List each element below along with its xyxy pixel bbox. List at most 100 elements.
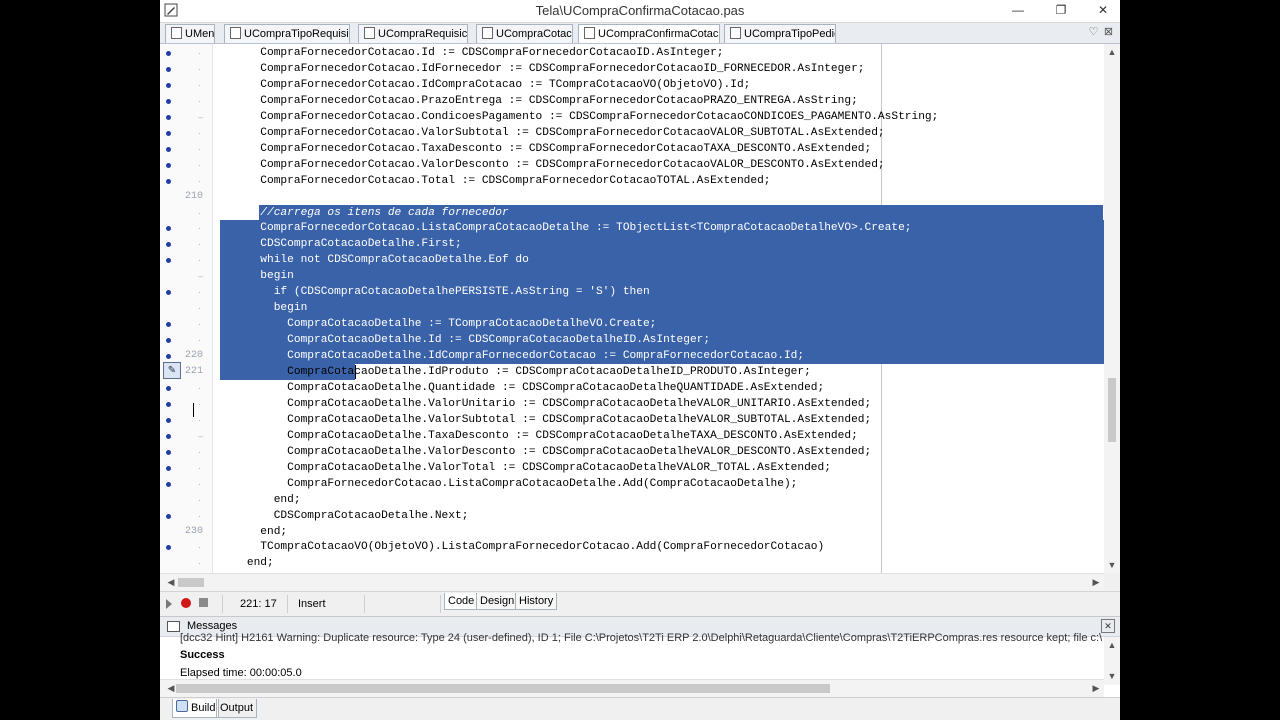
breakpoint-dot-icon[interactable]	[166, 130, 171, 136]
breakpoint-dot-icon[interactable]	[166, 51, 171, 56]
breakpoint-dot-icon[interactable]	[166, 417, 171, 423]
close-icon[interactable]: ✕	[1088, 0, 1118, 22]
tab-ucompra-confirma-cotacao[interactable]: UCompraConfirmaCotacao	[578, 24, 720, 43]
close-panel-icon[interactable]: ✕	[1101, 619, 1115, 633]
code-line[interactable]: CompraCotacaoDetalhe.IdCompraFornecedorC…	[220, 348, 804, 364]
bookmark-icon[interactable]: ✎	[163, 362, 181, 379]
breakpoint-dot-icon[interactable]	[166, 385, 171, 391]
tab-output[interactable]: Output	[216, 699, 258, 718]
tab-design[interactable]: Design	[476, 593, 519, 610]
play-macro-icon[interactable]	[166, 599, 172, 609]
scroll-right-icon[interactable]: ▶	[1088, 683, 1104, 694]
editor-gutter[interactable]: · · · · – · · · · · · · · – · · · · · · · – · · · · · · · 210 220 221 23…	[160, 44, 212, 573]
tab-list-icon[interactable]: ♡	[1087, 25, 1100, 39]
scroll-up-icon[interactable]: ▲	[1104, 640, 1120, 650]
breakpoint-dot-icon[interactable]	[166, 433, 171, 439]
code-line[interactable]: CompraFornecedorCotacao.IdFornecedor := …	[220, 61, 864, 77]
record-macro-icon[interactable]	[181, 598, 191, 608]
tab-umenu[interactable]: UMenu	[165, 24, 215, 43]
tab-ucompra-tipo-pedido[interactable]: UCompraTipoPedido	[724, 24, 836, 43]
scroll-up-icon[interactable]: ▲	[1104, 47, 1120, 57]
messages-vertical-scrollbar[interactable]: ▲ ▼	[1104, 637, 1120, 685]
code-line[interactable]: CompraFornecedorCotacao.IdCompraCotacao …	[220, 77, 750, 93]
breakpoint-dot-icon[interactable]	[166, 354, 171, 360]
code-line[interactable]: CompraFornecedorCotacao.Total := CDSComp…	[220, 173, 770, 189]
code-area[interactable]: CompraFornecedorCotacao.Id := CDSCompraF…	[220, 44, 1104, 573]
breakpoint-dot-icon[interactable]	[166, 226, 171, 232]
breakpoint-dot-icon[interactable]	[166, 66, 171, 72]
breakpoint-dot-icon[interactable]	[166, 258, 171, 264]
code-line[interactable]: CDSCompraCotacaoDetalhe.First;	[220, 236, 461, 252]
stop-macro-icon[interactable]	[199, 598, 208, 607]
breakpoint-dot-icon[interactable]	[166, 290, 171, 296]
code-line[interactable]: CompraCotacaoDetalhe.IdProduto := CDSCom…	[220, 364, 811, 380]
code-line[interactable]: CompraCotacaoDetalhe.ValorTotal := CDSCo…	[220, 460, 831, 476]
code-line[interactable]: CDSCompraCotacaoDetalhe.Next;	[220, 508, 469, 524]
tab-ucompra-requisicao[interactable]: UCompraRequisicao	[358, 24, 468, 43]
breakpoint-dot-icon[interactable]	[166, 98, 171, 104]
code-line[interactable]: CompraFornecedorCotacao.ListaCompraCotac…	[220, 220, 911, 236]
breakpoint-dot-icon[interactable]	[166, 401, 171, 407]
code-line[interactable]: CompraCotacaoDetalhe.Id := CDSCompraCota…	[220, 332, 710, 348]
breakpoint-dot-icon[interactable]	[166, 449, 171, 455]
code-line[interactable]: CompraFornecedorCotacao.Id := CDSCompraF…	[220, 45, 723, 61]
code-line[interactable]: CompraCotacaoDetalhe.ValorDesconto := CD…	[220, 444, 871, 460]
code-line[interactable]: TCompraCotacaoVO(ObjetoVO).ListaCompraFo…	[220, 539, 824, 555]
breakpoint-dot-icon[interactable]	[166, 82, 171, 88]
code-line[interactable]: end;	[220, 524, 287, 540]
breakpoint-dot-icon[interactable]	[166, 322, 171, 328]
code-line[interactable]: begin	[220, 268, 294, 284]
code-line[interactable]: CompraFornecedorCotacao.TaxaDesconto := …	[220, 141, 871, 157]
code-line[interactable]: CompraCotacaoDetalhe := TCompraCotacaoDe…	[220, 316, 656, 332]
code-line[interactable]: //carrega os itens de cada fornecedor	[220, 205, 508, 221]
minimize-icon[interactable]: —	[1003, 0, 1033, 22]
breakpoint-dot-icon[interactable]	[166, 465, 171, 471]
message-hint[interactable]: [dcc32 Hint] H2161 Warning: Duplicate re…	[180, 633, 1102, 645]
messages-horizontal-scrollbar[interactable]: ◀ ▶	[160, 679, 1104, 697]
tab-history[interactable]: History	[515, 593, 558, 610]
tab-ucompra-cotacao[interactable]: UCompraCotacao	[476, 24, 573, 43]
scroll-thumb[interactable]	[176, 684, 830, 693]
breakpoint-dot-icon[interactable]	[166, 146, 171, 152]
tab-build[interactable]: Build	[172, 699, 220, 718]
scroll-down-icon[interactable]: ▼	[1104, 671, 1120, 681]
scroll-left-icon[interactable]: ◀	[163, 577, 179, 588]
editor-horizontal-scrollbar[interactable]: ◀ ▶	[160, 573, 1104, 591]
message-success[interactable]: Success	[180, 649, 225, 661]
code-line[interactable]: CompraCotacaoDetalhe.ValorUnitario := CD…	[220, 396, 871, 412]
close-tab-icon[interactable]: ⊠	[1102, 25, 1115, 39]
breakpoint-dot-icon[interactable]	[166, 178, 171, 184]
breakpoint-dot-icon[interactable]	[166, 162, 171, 168]
maximize-icon[interactable]: ❐	[1046, 0, 1076, 22]
code-line[interactable]: if (CDSCompraCotacaoDetalhePERSISTE.AsSt…	[220, 284, 650, 300]
code-line[interactable]: begin	[220, 300, 308, 316]
code-line[interactable]: end;	[220, 492, 301, 508]
code-line[interactable]: CompraFornecedorCotacao.ValorDesconto :=…	[220, 157, 884, 173]
code-line[interactable]: CompraCotacaoDetalhe.Quantidade := CDSCo…	[220, 380, 824, 396]
code-line[interactable]: CompraFornecedorCotacao.PrazoEntrega := …	[220, 93, 858, 109]
scroll-thumb[interactable]	[1108, 378, 1116, 442]
scroll-down-icon[interactable]: ▼	[1104, 560, 1120, 570]
code-line[interactable]: CompraFornecedorCotacao.ValorSubtotal :=…	[220, 125, 884, 141]
code-line[interactable]: end;	[220, 555, 274, 571]
breakpoint-dot-icon[interactable]	[166, 114, 171, 120]
breakpoint-dot-icon[interactable]	[166, 242, 171, 248]
code-line[interactable]: CompraCotacaoDetalhe.ValorSubtotal := CD…	[220, 412, 871, 428]
scroll-right-icon[interactable]: ▶	[1088, 577, 1104, 588]
code-editor[interactable]: · · · · – · · · · · · · · – · · · · · · · – · · · · · · · 210 220 221 23…	[160, 44, 1104, 573]
tab-ucompra-tipo-requisicao[interactable]: UCompraTipoRequisicao	[224, 24, 350, 43]
unit-file-icon	[730, 27, 741, 39]
editor-vertical-scrollbar[interactable]: ▲ ▼	[1104, 44, 1120, 573]
message-elapsed[interactable]: Elapsed time: 00:00:05.0	[180, 667, 302, 679]
scroll-thumb[interactable]	[178, 578, 204, 587]
tab-code[interactable]: Code	[444, 593, 479, 610]
breakpoint-dot-icon[interactable]	[166, 338, 171, 344]
breakpoint-dot-icon[interactable]	[166, 481, 171, 487]
code-line[interactable]: CompraCotacaoDetalhe.TaxaDesconto := CDS…	[220, 428, 858, 444]
code-line[interactable]: CompraFornecedorCotacao.ListaCompraCotac…	[220, 476, 797, 492]
breakpoint-dot-icon[interactable]	[166, 513, 171, 519]
title-bar: Tela\UCompraConfirmaCotacao.pas — ❐ ✕	[160, 0, 1120, 23]
breakpoint-dot-icon[interactable]	[166, 545, 171, 551]
code-line[interactable]: CompraFornecedorCotacao.CondicoesPagamen…	[220, 109, 938, 125]
code-line[interactable]: while not CDSCompraCotacaoDetalhe.Eof do	[220, 252, 529, 268]
